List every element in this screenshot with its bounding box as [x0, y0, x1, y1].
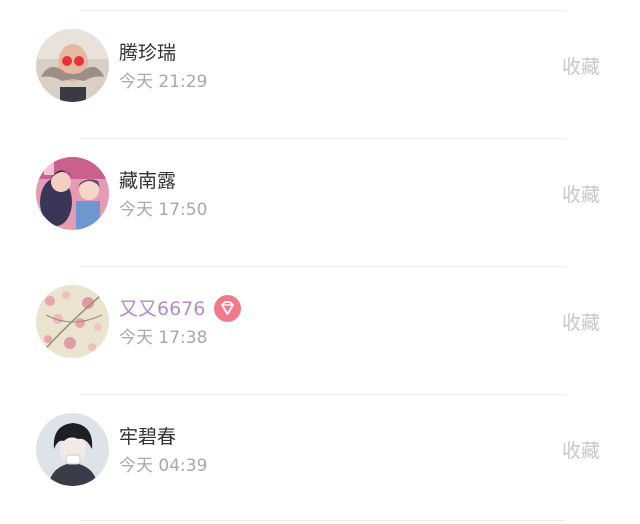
contact-name: 腾珍瑞 [119, 42, 177, 64]
avatar-dark-hair-boy-icon[interactable] [36, 413, 109, 486]
contact-name: 牢碧春 [119, 426, 177, 448]
list-item[interactable]: 腾珍瑞 今天 21:29 收藏 [0, 10, 640, 138]
avatar-couple-illustration-icon[interactable] [36, 157, 109, 230]
contact-time: 今天 04:39 [119, 456, 208, 476]
favorite-button[interactable]: 收藏 [562, 55, 600, 79]
diamond-vip-badge-icon [214, 295, 241, 322]
list-item[interactable]: 藏南露 今天 17:50 收藏 [0, 138, 640, 266]
contact-name: 藏南露 [119, 170, 177, 192]
list-item[interactable]: 又又6676 今天 17:38 收藏 [0, 266, 640, 394]
contact-time: 今天 21:29 [119, 72, 208, 92]
avatar-bald-mustache-icon[interactable] [36, 29, 109, 102]
favorite-button[interactable]: 收藏 [562, 311, 600, 335]
contact-list: 腾珍瑞 今天 21:29 收藏 藏南露 今天 17:50 收藏 又又6676 今… [0, 0, 640, 524]
avatar-pink-flowers-icon[interactable] [36, 285, 109, 358]
contact-time: 今天 17:50 [119, 200, 208, 220]
contact-time: 今天 17:38 [119, 328, 208, 348]
divider [80, 520, 565, 521]
contact-name: 又又6676 [119, 298, 206, 320]
favorite-button[interactable]: 收藏 [562, 439, 600, 463]
list-item[interactable]: 牢碧春 今天 04:39 收藏 [0, 394, 640, 522]
favorite-button[interactable]: 收藏 [562, 183, 600, 207]
